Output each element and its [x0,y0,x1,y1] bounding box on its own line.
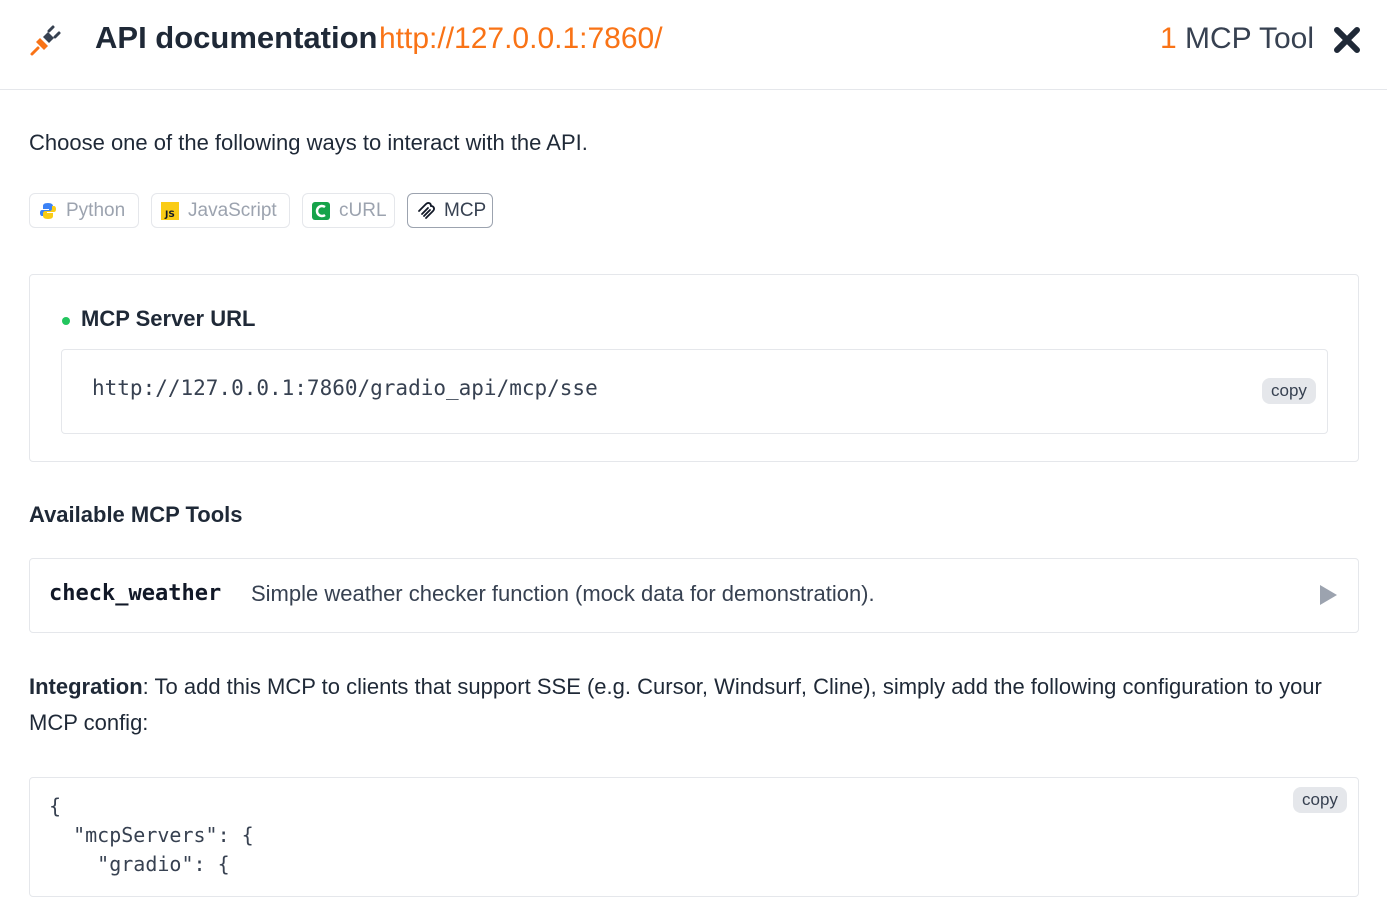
config-code-block: { "mcpServers": { "gradio": { copy [29,777,1359,897]
mcp-server-panel: MCP Server URL http://127.0.0.1:7860/gra… [29,274,1359,462]
copy-url-button[interactable]: copy [1262,378,1316,404]
config-code: { "mcpServers": { "gradio": { [49,794,254,876]
api-url-link[interactable]: http://127.0.0.1:7860/ [379,22,663,56]
tab-label: Python [66,199,126,221]
mcp-icon [418,201,435,219]
tab-label: JavaScript [188,199,277,221]
integration-label: Integration [29,674,143,699]
javascript-icon: JS [161,201,179,220]
integration-body: : To add this MCP to clients that suppor… [29,674,1322,735]
tab-python[interactable]: Python [29,193,139,228]
mcp-tool-count: 1 MCP Tool [1160,22,1314,56]
curl-icon [312,201,330,220]
tool-row-check-weather[interactable]: check_weather Simple weather checker fun… [29,558,1359,633]
mcp-server-url-label: MCP Server URL [81,306,256,331]
tab-curl[interactable]: cURL [302,193,395,228]
server-url-box: http://127.0.0.1:7860/gradio_api/mcp/sse… [61,349,1328,434]
python-icon [40,202,56,219]
copy-config-button[interactable]: copy [1293,787,1347,813]
expand-arrow-icon[interactable] [1320,585,1337,605]
available-tools-heading: Available MCP Tools [29,502,243,527]
tool-count-label: MCP Tool [1185,22,1314,55]
page-title: API documentation [95,20,378,55]
header: API documentation http://127.0.0.1:7860/… [0,0,1387,90]
tool-name: check_weather [49,581,222,606]
tool-description: Simple weather checker function (mock da… [251,581,875,606]
plug-icon [30,25,61,56]
tab-javascript[interactable]: JS JavaScript [151,193,290,228]
tab-label: cURL [339,199,387,221]
tab-label: MCP [444,199,487,221]
intro-text: Choose one of the following ways to inte… [29,130,588,155]
tool-count-number: 1 [1160,22,1177,55]
svg-text:JS: JS [164,210,175,220]
tab-mcp[interactable]: MCP [407,193,493,228]
integration-text: Integration: To add this MCP to clients … [29,669,1359,741]
server-url-text[interactable]: http://127.0.0.1:7860/gradio_api/mcp/sse [92,376,598,400]
status-dot [62,317,70,325]
close-icon[interactable] [1333,26,1361,54]
